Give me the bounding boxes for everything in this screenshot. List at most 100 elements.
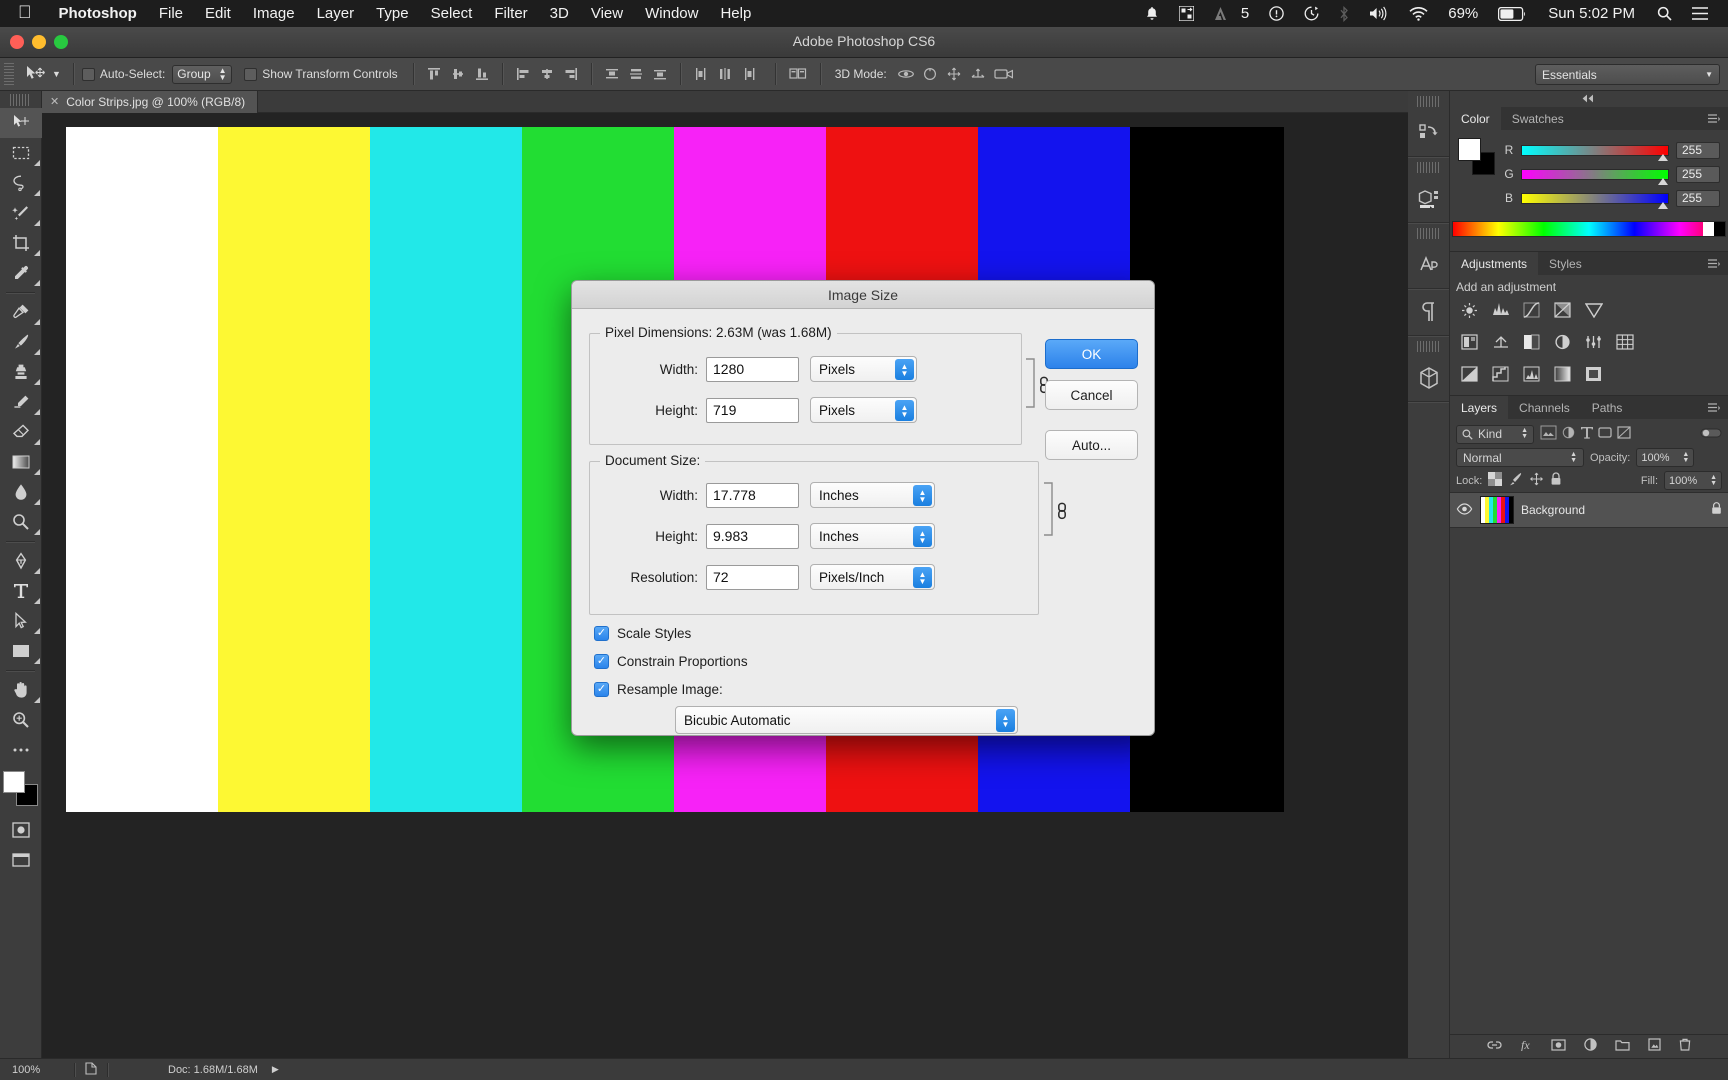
invert-icon[interactable] [1454,361,1485,387]
bluetooth-icon[interactable] [1329,5,1359,22]
apple-logo-icon[interactable]:  [18,3,32,21]
hand-tool[interactable] [0,675,42,705]
menu-item-help[interactable]: Help [709,5,762,22]
tab-adjustments[interactable]: Adjustments [1450,252,1539,275]
layer-filter-toggle[interactable] [1700,427,1722,442]
options-bar-grip[interactable] [4,63,14,85]
layer-mask-icon[interactable] [1551,1038,1566,1056]
clock-badge-icon[interactable] [1259,6,1294,21]
delete-layer-icon[interactable] [1679,1038,1691,1056]
distribute-horizontal-centers-button[interactable] [714,63,736,85]
menu-item-filter[interactable]: Filter [483,5,538,22]
pixel-height-unit-dropdown[interactable]: Pixels ▲ ▼ [810,397,917,423]
black-white-icon[interactable] [1516,329,1547,355]
lock-transparent-pixels-icon[interactable] [1488,472,1503,489]
history-brush-tool[interactable] [0,387,42,417]
menu-item-view[interactable]: View [580,5,634,22]
photo-filter-icon[interactable] [1547,329,1578,355]
doc-height-unit-dropdown[interactable]: Inches ▲ ▼ [810,523,935,549]
align-left-edges-button[interactable] [512,63,534,85]
3d-pan-icon[interactable] [943,63,965,85]
play-arrow-icon[interactable]: ▶ [272,1064,279,1075]
doc-resolution-input[interactable]: 72 [706,564,799,590]
filter-smart-icon[interactable] [1616,425,1632,443]
distribute-vertical-centers-button[interactable] [625,63,647,85]
foreground-color-chip[interactable] [1458,138,1481,161]
battery-icon[interactable] [1488,6,1536,21]
auto-align-layers-button[interactable] [785,63,811,85]
active-tool-preset[interactable]: ▼ [20,64,65,84]
ok-button[interactable]: OK [1045,339,1138,369]
menu-item-layer[interactable]: Layer [306,5,366,22]
posterize-icon[interactable] [1485,361,1516,387]
rectangular-marquee-tool[interactable] [0,138,42,168]
constrain-proportions-checkbox[interactable]: ✓ [594,654,609,669]
workspace-switcher[interactable]: Essentials ▼ [1535,64,1720,85]
time-machine-icon[interactable] [1294,6,1329,21]
edit-toolbar-button[interactable] [0,735,42,765]
color-spectrum-ramp[interactable] [1452,221,1726,237]
fill-value-field[interactable]: 100% ▲ ▼ [1664,471,1722,490]
menu-item-window[interactable]: Window [634,5,709,22]
tab-color[interactable]: Color [1450,107,1501,130]
distribute-top-edges-button[interactable] [601,63,623,85]
distribute-right-edges-button[interactable] [738,63,760,85]
pen-tool[interactable] [0,546,42,576]
layer-name-label[interactable]: Background [1521,503,1585,517]
image-size-dialog[interactable]: Image Size Pixel Dimensions: 2.63M (was … [571,280,1155,736]
stepper-icon[interactable]: ▲ ▼ [913,567,932,588]
spot-healing-brush-tool[interactable] [0,297,42,327]
channel-r-value[interactable]: 255 [1676,141,1720,159]
blend-mode-dropdown[interactable]: Normal ▲ ▼ [1456,448,1584,467]
channel-b-slider[interactable] [1521,192,1669,209]
channel-g-slider[interactable] [1521,168,1669,185]
collapse-panels-icon[interactable] [1578,90,1600,108]
blur-tool[interactable] [0,477,42,507]
filter-pixel-icon[interactable] [1540,425,1557,443]
wifi-icon[interactable] [1399,6,1438,21]
color-panel-swatches[interactable] [1458,138,1495,175]
dodge-tool[interactable] [0,507,42,537]
crop-tool[interactable] [0,228,42,258]
move-tool[interactable] [0,108,42,138]
menu-item-file[interactable]: File [148,5,194,22]
eye-icon[interactable] [1456,502,1473,518]
zoom-tool[interactable] [0,705,42,735]
align-top-edges-button[interactable] [423,63,445,85]
channel-mixer-icon[interactable] [1578,329,1609,355]
doc-width-input[interactable]: 17.778 [706,482,799,508]
adobe-update-count[interactable]: 5 [1237,5,1259,22]
channel-r-thumb[interactable] [1657,153,1668,161]
color-balance-icon[interactable] [1485,329,1516,355]
channel-g-thumb[interactable] [1657,177,1668,185]
doc-resolution-unit-dropdown[interactable]: Pixels/Inch ▲ ▼ [810,564,935,590]
selective-color-icon[interactable] [1578,361,1609,387]
levels-icon[interactable] [1485,297,1516,323]
quick-selection-tool[interactable] [0,198,42,228]
screen-mode-button[interactable] [0,845,42,875]
history-panel-icon[interactable] [1408,110,1450,156]
eraser-tool[interactable] [0,417,42,447]
threshold-icon[interactable] [1516,361,1547,387]
path-selection-tool[interactable] [0,606,42,636]
brush-tool[interactable] [0,327,42,357]
stepper-icon[interactable]: ▲ ▼ [913,526,932,547]
pixel-width-input[interactable]: 1280 [706,356,799,382]
layer-style-icon[interactable]: fx [1520,1038,1533,1056]
constrain-proportions-row[interactable]: ✓ Constrain Proportions [594,654,748,669]
distribute-left-edges-button[interactable] [690,63,712,85]
resample-method-dropdown[interactable]: Bicubic Automatic ▲ ▼ [675,706,1018,734]
adobe-icon[interactable] [1204,6,1237,21]
cancel-button[interactable]: Cancel [1045,380,1138,410]
collapse-panels-bar[interactable] [1450,91,1728,107]
zoom-level-field[interactable]: 100% [0,1064,74,1076]
menu-item-edit[interactable]: Edit [194,5,242,22]
scale-styles-row[interactable]: ✓ Scale Styles [594,626,691,641]
close-tab-icon[interactable]: ✕ [50,95,59,108]
auto-button[interactable]: Auto... [1045,430,1138,460]
new-group-icon[interactable] [1615,1038,1630,1056]
menu-item-select[interactable]: Select [420,5,484,22]
screen-share-icon[interactable] [1169,6,1204,21]
lock-all-icon[interactable] [1550,472,1562,489]
layer-thumbnail[interactable] [1480,496,1514,524]
